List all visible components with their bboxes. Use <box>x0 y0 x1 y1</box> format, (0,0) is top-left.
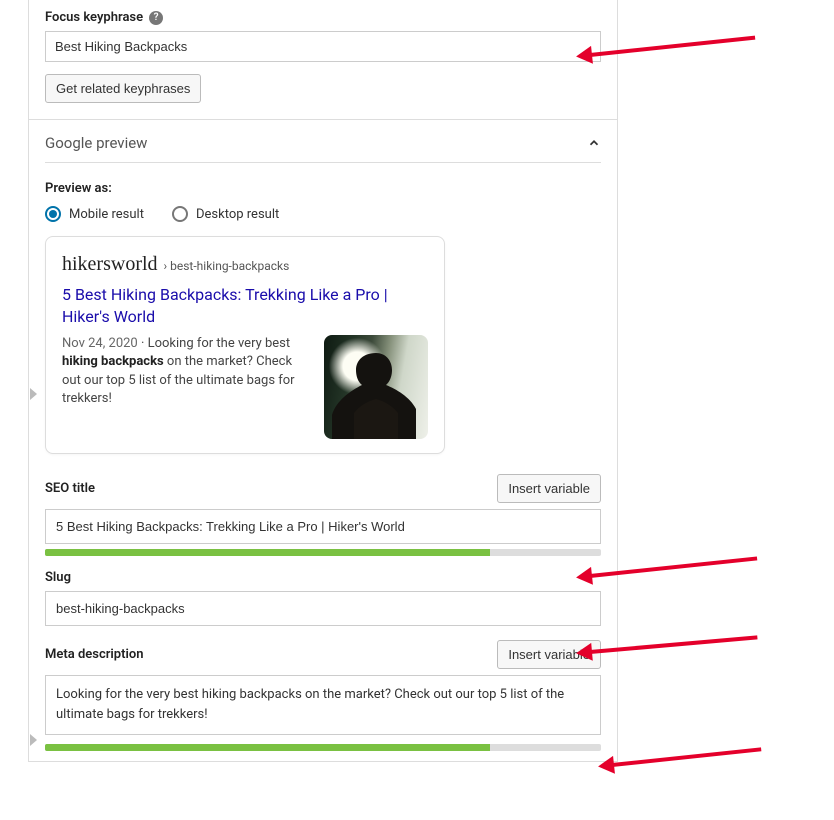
divider <box>45 162 601 163</box>
caret-right-icon[interactable] <box>30 388 37 400</box>
serp-title: 5 Best Hiking Backpacks: Trekking Like a… <box>62 284 428 327</box>
serp-description: Nov 24, 2020 · Looking for the very best… <box>62 335 310 439</box>
insert-variable-button[interactable]: Insert variable <box>497 474 601 503</box>
serp-preview-card: hikersworld › best-hiking-backpacks 5 Be… <box>45 236 445 454</box>
seo-title-field: SEO title Insert variable <box>29 470 617 566</box>
annotation-arrow <box>612 747 762 767</box>
seo-title-progress <box>45 549 601 556</box>
seo-panel: Focus keyphrase ? Get related keyphrases… <box>28 0 618 762</box>
focus-keyphrase-input[interactable] <box>45 31 601 62</box>
slug-input[interactable] <box>45 591 601 626</box>
seo-title-label: SEO title <box>45 481 95 496</box>
serp-date: Nov 24, 2020 <box>62 336 138 351</box>
seo-title-input[interactable] <box>45 509 601 544</box>
serp-breadcrumb: hikersworld › best-hiking-backpacks <box>62 253 428 276</box>
chevron-up-icon <box>587 136 601 150</box>
slug-field: Slug <box>29 566 617 636</box>
radio-icon <box>172 206 188 222</box>
radio-icon <box>45 206 61 222</box>
meta-description-field: Meta description Insert variable <box>29 636 617 761</box>
focus-keyphrase-section: Focus keyphrase ? Get related keyphrases <box>29 0 617 119</box>
serp-path: › best-hiking-backpacks <box>164 259 290 273</box>
meta-description-input[interactable] <box>45 675 601 735</box>
caret-right-icon[interactable] <box>30 734 37 746</box>
serp-domain: hikersworld <box>62 253 158 276</box>
radio-mobile-label: Mobile result <box>69 207 144 222</box>
radio-mobile-result[interactable]: Mobile result <box>45 206 144 222</box>
help-icon[interactable]: ? <box>149 11 163 25</box>
google-preview-title: Google preview <box>45 134 147 152</box>
preview-as-section: Preview as: Mobile result Desktop result <box>29 171 617 236</box>
get-related-keyphrases-button[interactable]: Get related keyphrases <box>45 74 201 103</box>
focus-keyphrase-label: Focus keyphrase <box>45 10 143 25</box>
google-preview-toggle[interactable]: Google preview <box>29 120 617 162</box>
slug-label: Slug <box>45 570 71 585</box>
meta-description-label: Meta description <box>45 647 143 662</box>
preview-as-label: Preview as: <box>45 181 112 196</box>
radio-desktop-label: Desktop result <box>196 207 279 222</box>
serp-thumbnail <box>324 335 428 439</box>
meta-description-progress <box>45 744 601 751</box>
radio-desktop-result[interactable]: Desktop result <box>172 206 279 222</box>
